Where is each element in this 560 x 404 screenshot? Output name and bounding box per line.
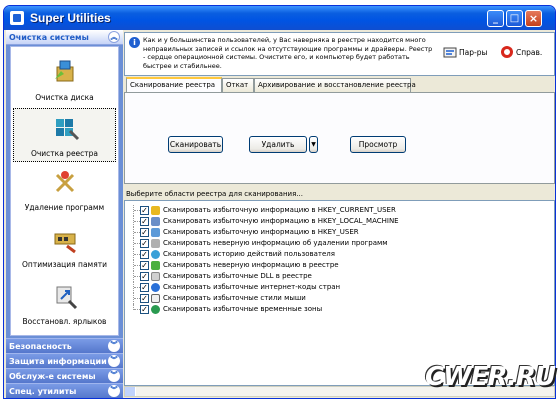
sidebar-section-special-utilities[interactable]: Спец. утилиты ︾ [6,383,123,398]
sidebar-item-label: Оптимизация памяти [22,260,107,269]
info-text: Как и у большинства пользователей, у Вас… [143,36,433,71]
users-icon [151,228,160,237]
list-item-label: Сканировать избыточную информацию в HKEY… [163,206,396,214]
scan-button[interactable]: Сканировать [168,136,223,153]
history-icon [151,250,160,259]
sidebar-section-data-protection[interactable]: Защита информации ︾ [6,353,123,368]
checkbox[interactable]: ✓ [140,294,149,303]
uninstall-icon [55,171,75,193]
dll-icon [151,272,160,281]
shortcut-restore-icon [56,286,78,310]
sidebar-panel: Очистка диска Очистка реестра Удаление п… [10,46,119,336]
window-title: Super Utilities [30,11,111,25]
list-item-label: Сканировать неверную информацию об удале… [163,239,388,247]
tab-registry-backup[interactable]: Архивирование и восстановление реестра [254,78,416,92]
list-item-label: Сканировать неверную информацию в реестр… [163,261,339,269]
settings-button[interactable]: Пар-ры [443,43,493,63]
sidebar-item-registry-cleanup[interactable]: Очистка реестра [13,108,116,162]
tab-rollback[interactable]: Откат [222,78,254,92]
registry-icon [151,261,160,270]
sidebar-item-label: Восстановл. ярлыков [22,317,107,326]
checkbox[interactable]: ✓ [140,261,149,270]
chevron-down-icon[interactable]: ︾ [108,340,120,352]
list-item-label: Сканировать избыточную информацию в HKEY… [163,228,359,236]
sidebar-item-uninstall[interactable]: Удаление программ [13,163,116,217]
user-icon [151,206,160,215]
checkbox[interactable]: ✓ [140,206,149,215]
list-item-label: Сканировать избыточные временные зоны [163,305,323,313]
sidebar-section-label: Безопасность [9,342,72,351]
disk-cleanup-icon [55,60,74,82]
checkbox[interactable]: ✓ [140,283,149,292]
sidebar-item-label: Удаление программ [24,203,105,212]
help-icon [501,46,513,58]
sidebar-section-label: Защита информации [9,357,107,366]
checkbox[interactable]: ✓ [140,239,149,248]
title-bar[interactable]: Super Utilities _ □ × [4,6,555,30]
checkbox[interactable]: ✓ [140,305,149,314]
chevron-down-icon[interactable]: ︾ [108,355,120,367]
programs-icon [151,239,160,248]
maximize-button[interactable]: □ [506,10,523,27]
checkbox[interactable]: ✓ [140,228,149,237]
registry-cleanup-icon [56,119,80,141]
info-panel: i Как и у большинства пользователей, у В… [124,32,555,76]
sidebar-item-disk-cleanup[interactable]: Очистка диска [13,53,116,107]
time-zone-icon [151,305,160,314]
chevron-up-icon[interactable]: ︽ [108,31,120,43]
help-label: Справ. [516,48,543,57]
list-item-label: Сканировать избыточную информацию в HKEY… [163,217,399,225]
settings-icon [443,47,457,58]
sidebar-item-shortcut-restore[interactable]: Восстановл. ярлыков [13,277,116,331]
scan-areas-list: ✓ Сканировать избыточную информацию в HK… [124,200,555,386]
list-item-label: Сканировать избыточные стили мыши [163,294,306,302]
checkbox[interactable]: ✓ [140,217,149,226]
list-item-label: Сканировать избыточные DLL в реестре [163,272,312,280]
tab-registry-scan[interactable]: Сканирование реестра [126,77,222,93]
sidebar-section-security[interactable]: Безопасность ︾ [6,338,123,353]
list-header: Выберите области реестра для сканировани… [126,190,303,198]
chevron-down-icon[interactable]: ︾ [108,385,120,397]
sidebar-section-system-service[interactable]: Обслуж-е системы ︾ [6,368,123,383]
sidebar-section-label: Обслуж-е системы [9,372,96,381]
sidebar-section-label: Очистка системы [9,33,89,42]
checkbox[interactable]: ✓ [140,250,149,259]
globe-icon [151,283,160,292]
mouse-icon [151,294,160,303]
sidebar-item-memory-optimization[interactable]: Оптимизация памяти [13,220,116,274]
chevron-down-icon[interactable]: ︾ [108,370,120,382]
list-item-label: Сканировать избыточные интернет-коды стр… [163,283,341,291]
checkbox[interactable]: ✓ [140,272,149,281]
sidebar-item-label: Очистка реестра [30,149,99,158]
main-content: i Как и у большинства пользователей, у В… [124,30,555,398]
app-icon [10,11,24,25]
settings-label: Пар-ры [459,48,488,57]
watermark: CWER.RU [425,362,556,392]
help-button[interactable]: Справ. [500,43,550,63]
sidebar: Очистка системы ︽ Очистка диска Очистка … [6,30,123,398]
info-icon: i [129,37,140,48]
view-button[interactable]: Просмотр [350,136,406,153]
sidebar-section-label: Спец. утилиты [9,387,77,396]
scroll-left-arrow[interactable] [125,387,136,396]
sidebar-item-label: Очистка диска [35,93,94,102]
list-item-label: Сканировать историю действий пользовател… [163,250,335,258]
delete-dropdown-button[interactable]: ▼ [309,136,318,153]
memory-optimization-icon [54,233,76,254]
close-button[interactable]: × [525,10,542,27]
tab-panel: Сканировать Удалить ▼ Просмотр [124,92,555,184]
sidebar-section-system-cleanup[interactable]: Очистка системы ︽ [6,30,123,45]
computer-icon [151,217,160,226]
delete-button[interactable]: Удалить [249,136,307,153]
minimize-button[interactable]: _ [487,10,504,27]
app-window: Super Utilities _ □ × Очистка системы ︽ … [3,5,556,399]
